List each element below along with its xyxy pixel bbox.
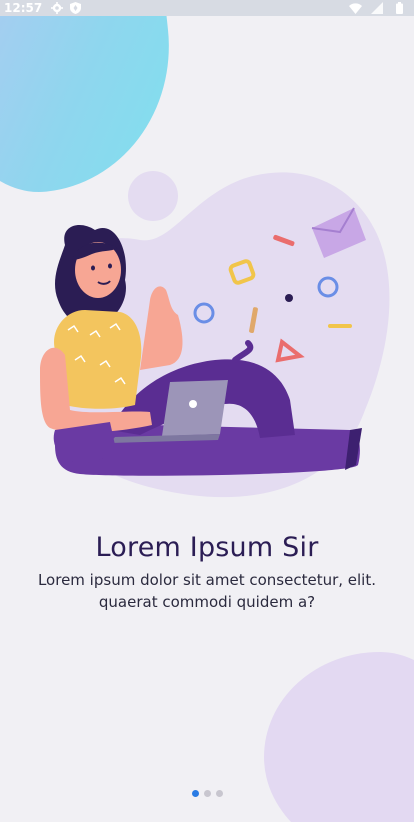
shield-icon: [68, 1, 82, 15]
onboarding-title: Lorem Ipsum Sir: [95, 532, 319, 563]
status-bar: 12:57: [0, 0, 414, 16]
wifi-icon: [348, 1, 362, 15]
page-indicator: [0, 790, 414, 797]
onboarding-description: Lorem ipsum dolor sit amet consectetur, …: [24, 569, 390, 613]
page-dot-2[interactable]: [203, 790, 211, 797]
gear-icon: [50, 1, 64, 15]
status-right-group: [348, 1, 410, 15]
signal-icon: [370, 1, 384, 15]
page-dot-1[interactable]: [191, 790, 199, 797]
onboarding-illustration: [40, 171, 390, 498]
status-time: 12:57: [4, 1, 43, 15]
battery-icon: [392, 1, 406, 15]
description-line-2: quaerat commodi quidem a?: [98, 593, 316, 611]
onboarding-screen: 12:57 Lorem Ipsum Sir Lorem ipsum dolor …: [0, 0, 414, 822]
page-dot-3[interactable]: [215, 790, 223, 797]
description-line-1: Lorem ipsum dolor sit amet consectetur, …: [37, 571, 377, 589]
